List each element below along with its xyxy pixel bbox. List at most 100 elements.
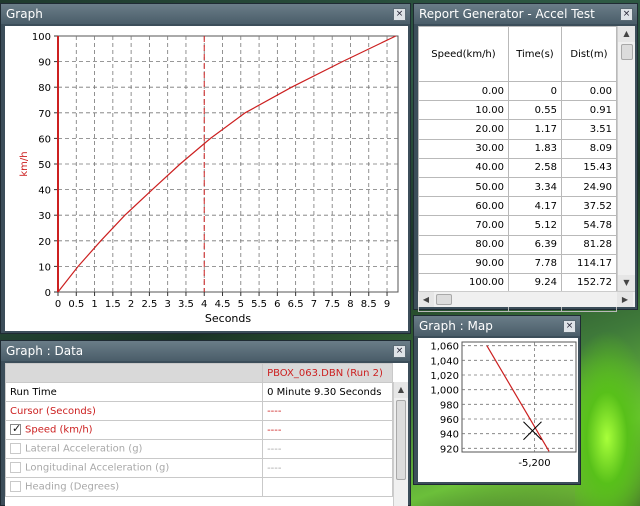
scroll-down-arrow-icon[interactable]: ▼: [618, 275, 635, 291]
cell-time: 0.55: [507, 100, 562, 121]
data-row-label: Longitudinal Acceleration (g): [25, 462, 170, 474]
map-x-tick-label: -5,200: [518, 458, 550, 469]
graph-window-title[interactable]: Graph: [1, 4, 410, 24]
x-tick-label: 1: [91, 299, 97, 310]
speed-chart[interactable]: 0 0.5 1 1.5 2 2.5 3 3.5 4 4.5 5 5.5 6 6.5 7 7.5 8 8.5 9010…: [5, 26, 408, 331]
graph-panel[interactable]: 0 0.5 1 1.5 2 2.5 3 3.5 4 4.5 5 5.5 6 6.5 7 7.5 8 8.5 9 0 10…: [5, 26, 408, 331]
data-row[interactable]: Speed (km/h) ----: [5, 420, 393, 440]
cell-speed: 40.00: [418, 157, 509, 178]
x-tick-label: 4: [201, 299, 207, 310]
data-row[interactable]: Longitudinal Acceleration (g) ----: [5, 458, 393, 478]
data-scroll-up-arrow-icon[interactable]: ▲: [394, 382, 408, 398]
data-window-title[interactable]: Graph : Data: [1, 341, 410, 361]
data-row[interactable]: Cursor (Seconds) ----: [5, 401, 393, 421]
data-row[interactable]: Run Time 0 Minute 9.30 Seconds: [5, 382, 393, 402]
cell-speed: 0.00: [418, 80, 509, 102]
data-row-value: 0 Minute 9.30 Seconds: [262, 382, 393, 402]
map-y-tick-label: 1,060: [430, 342, 459, 353]
report-horizontal-thumb[interactable]: [436, 294, 452, 305]
table-row[interactable]: 10.00 0.55 0.91: [418, 100, 618, 121]
map-y-tick-label: 980: [440, 400, 459, 411]
x-tick-label: 9: [384, 299, 390, 310]
x-tick-label: 4.5: [215, 299, 231, 310]
channel-checkbox[interactable]: [10, 481, 21, 493]
table-row[interactable]: 20.00 1.17 3.51: [418, 119, 618, 140]
scroll-left-arrow-icon[interactable]: ◀: [418, 292, 434, 307]
cell-time: 6.39: [507, 234, 562, 255]
channel-checkbox[interactable]: [10, 443, 21, 455]
data-row-label-cell: Cursor (Seconds): [5, 401, 264, 421]
table-row[interactable]: 0.00 0 0.00: [418, 80, 618, 102]
data-row-label: Speed (km/h): [25, 424, 93, 436]
column-header-dist[interactable]: Dist(m): [560, 26, 618, 82]
table-row[interactable]: 90.00 7.78 114.17: [418, 253, 618, 274]
x-tick-label: 7: [311, 299, 317, 310]
x-tick-label: 8.5: [361, 299, 377, 310]
x-tick-label: 0: [55, 299, 61, 310]
x-tick-label: 8: [347, 299, 353, 310]
y-tick-label: 90: [38, 58, 51, 69]
column-header-speed[interactable]: Speed(km/h): [418, 26, 509, 82]
channel-checkbox[interactable]: [10, 462, 21, 474]
y-tick-label: 40: [38, 186, 51, 197]
map-close-button[interactable]: ×: [563, 320, 576, 333]
data-vertical-thumb[interactable]: [396, 400, 406, 480]
data-window: Graph : Data × PBOX_063.DBN (Run 2) Run …: [0, 340, 411, 506]
data-row-label-cell: Lateral Acceleration (g): [5, 439, 264, 459]
cell-dist: 114.17: [560, 253, 618, 274]
report-vertical-thumb[interactable]: [621, 44, 633, 60]
cell-time: 4.17: [507, 196, 562, 217]
report-close-button[interactable]: ×: [620, 8, 633, 21]
cell-time: 0: [507, 80, 562, 102]
y-tick-label: 60: [38, 134, 51, 145]
graph-window: Graph × 0 0.5 1 1.5 2 2.5 3 3.5 4 4.5 5 5.5 6 6.5 7 7.5…: [0, 3, 411, 334]
data-row-label: Lateral Acceleration (g): [25, 443, 143, 455]
report-vertical-scrollbar[interactable]: ▲ ▼: [617, 26, 635, 291]
graph-close-button[interactable]: ×: [393, 8, 406, 21]
cell-dist: 152.72: [560, 272, 618, 294]
report-horizontal-scrollbar[interactable]: ◀ ▶: [418, 291, 635, 307]
cell-time: 3.34: [507, 176, 562, 198]
data-row[interactable]: Heading (Degrees): [5, 477, 393, 497]
track-map[interactable]: 1,060 1,040 1,020 1,000 980 960 940 920 -5,200: [418, 338, 578, 482]
table-row[interactable]: 60.00 4.17 37.52: [418, 196, 618, 217]
map-window-title[interactable]: Graph : Map: [414, 316, 580, 336]
y-tick-label: 100: [32, 32, 51, 43]
cell-time: 7.78: [507, 253, 562, 274]
table-row[interactable]: 100.00 9.24 152.72: [418, 272, 618, 294]
report-panel: Speed(km/h) Time(s) Dist(m) 0.00 0 0.00 10.…: [418, 26, 635, 313]
data-row[interactable]: Lateral Acceleration (g) ----: [5, 439, 393, 459]
table-row[interactable]: 50.00 3.34 24.90: [418, 176, 618, 198]
y-tick-label: 50: [38, 160, 51, 171]
report-table: Speed(km/h) Time(s) Dist(m) 0.00 0 0.00 10.…: [418, 26, 618, 313]
map-y-tick-label: 940: [440, 430, 459, 441]
y-tick-label: 20: [38, 237, 51, 248]
map-panel[interactable]: 1,060 1,040 1,020 1,000 980 960 940 920 -5,200: [418, 338, 578, 482]
data-row-label: Heading (Degrees): [25, 481, 120, 493]
scroll-up-arrow-icon[interactable]: ▲: [618, 26, 635, 42]
x-tick-label: 3.5: [178, 299, 194, 310]
x-tick-label: 2.5: [141, 299, 157, 310]
table-row[interactable]: 40.00 2.58 15.43: [418, 157, 618, 178]
table-row[interactable]: 70.00 5.12 54.78: [418, 215, 618, 236]
map-plot-area[interactable]: [461, 341, 577, 453]
cell-time: 2.58: [507, 157, 562, 178]
map-y-tick-label: 920: [440, 444, 459, 455]
file-label: PBOX_063.DBN (Run 2): [262, 363, 393, 383]
data-grid: PBOX_063.DBN (Run 2) Run Time 0 Minute 9.…: [5, 363, 393, 497]
data-close-button[interactable]: ×: [393, 345, 406, 358]
cell-speed: 30.00: [418, 138, 509, 159]
cell-dist: 24.90: [560, 176, 618, 198]
table-row[interactable]: 80.00 6.39 81.28: [418, 234, 618, 255]
cell-dist: 0.91: [560, 100, 618, 121]
scroll-right-arrow-icon[interactable]: ▶: [617, 292, 633, 307]
cell-dist: 37.52: [560, 196, 618, 217]
column-header-time[interactable]: Time(s): [507, 26, 562, 82]
report-window-title[interactable]: Report Generator - Accel Test: [414, 4, 637, 24]
data-vertical-scrollbar[interactable]: ▲: [393, 382, 408, 506]
channel-checkbox[interactable]: [10, 422, 21, 436]
data-row-label-cell: Longitudinal Acceleration (g): [5, 458, 264, 478]
cell-time: 1.17: [507, 119, 562, 140]
data-row-label: Run Time: [10, 386, 57, 398]
table-row[interactable]: 30.00 1.83 8.09: [418, 138, 618, 159]
